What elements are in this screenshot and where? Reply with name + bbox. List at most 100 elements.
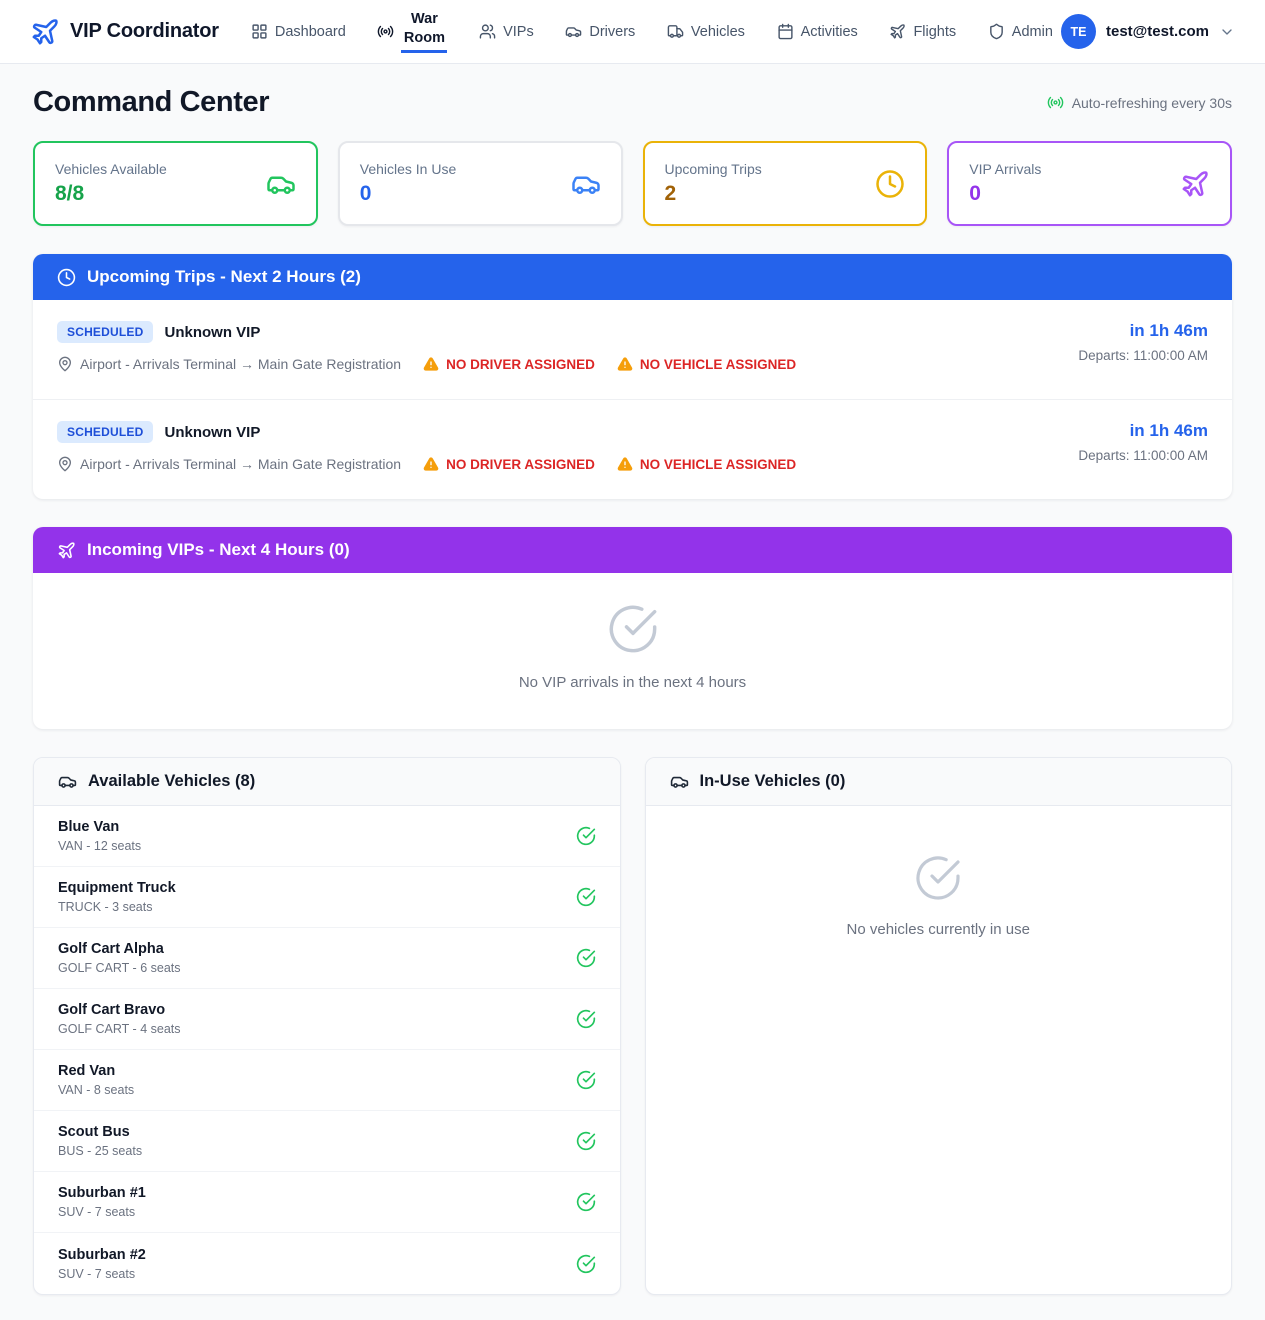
nav-item-label: VIPs xyxy=(503,24,534,40)
inuse-vehicles-header: In-Use Vehicles (0) xyxy=(646,758,1232,806)
trip-row[interactable]: SCHEDULED Unknown VIP Airport - Arrivals… xyxy=(33,300,1232,400)
nav-item-label: War Room xyxy=(401,10,447,54)
check-circle-icon xyxy=(576,948,596,968)
brand-title: VIP Coordinator xyxy=(70,20,219,43)
clock-icon xyxy=(57,268,76,287)
trip-countdown: in 1h 46m xyxy=(1078,321,1208,341)
trip-countdown: in 1h 46m xyxy=(1078,421,1208,441)
nav-item-flights[interactable]: Flights xyxy=(889,23,956,40)
vehicle-row-suburban-1[interactable]: Suburban #1 SUV - 7 seats xyxy=(34,1172,620,1233)
check-circle-icon xyxy=(576,1254,596,1274)
vehicle-name: Suburban #1 xyxy=(58,1185,146,1201)
inuse-empty-state: No vehicles currently in use xyxy=(646,806,1232,976)
trip-route: Airport - Arrivals Terminal → Main Gate … xyxy=(80,356,401,372)
nav-item-dashboard[interactable]: Dashboard xyxy=(251,23,346,40)
nav-item-label: Activities xyxy=(801,24,858,40)
main-content: Command Center Auto-refreshing every 30s… xyxy=(0,86,1265,1320)
plane-icon xyxy=(1180,169,1210,199)
user-email: test@test.com xyxy=(1106,23,1209,40)
stat-card-upcoming-trips: Upcoming Trips 2 xyxy=(643,141,928,226)
vehicle-name: Equipment Truck xyxy=(58,880,176,896)
vehicle-detail: SUV - 7 seats xyxy=(58,1267,146,1281)
check-circle-icon xyxy=(576,1070,596,1090)
warning-text: NO DRIVER ASSIGNED xyxy=(446,457,595,472)
vehicle-name: Golf Cart Bravo xyxy=(58,1002,181,1018)
check-circle-icon xyxy=(576,1131,596,1151)
vehicle-row-blue-van[interactable]: Blue Van VAN - 12 seats xyxy=(34,806,620,867)
available-vehicles-header: Available Vehicles (8) xyxy=(34,758,620,806)
available-vehicles-panel: Available Vehicles (8) Blue Van VAN - 12… xyxy=(33,757,621,1295)
vehicle-row-equipment-truck[interactable]: Equipment Truck TRUCK - 3 seats xyxy=(34,867,620,928)
vehicle-row-golf-cart-bravo[interactable]: Golf Cart Bravo GOLF CART - 4 seats xyxy=(34,989,620,1050)
upcoming-trips-title: Upcoming Trips - Next 2 Hours (2) xyxy=(87,267,361,287)
nav-menu: Dashboard War Room VIPs Drivers Vehicles… xyxy=(251,10,1053,54)
top-navigation-bar: VIP Coordinator Dashboard War Room VIPs … xyxy=(0,0,1265,64)
vehicle-row-scout-bus[interactable]: Scout Bus BUS - 25 seats xyxy=(34,1111,620,1172)
vehicle-row-golf-cart-alpha[interactable]: Golf Cart Alpha GOLF CART - 6 seats xyxy=(34,928,620,989)
nav-item-vehicles[interactable]: Vehicles xyxy=(667,23,745,40)
vehicle-row-suburban-2[interactable]: Suburban #2 SUV - 7 seats xyxy=(34,1233,620,1294)
radio-icon xyxy=(377,23,394,40)
trip-row[interactable]: SCHEDULED Unknown VIP Airport - Arrivals… xyxy=(33,400,1232,499)
incoming-vips-header: Incoming VIPs - Next 4 Hours (0) xyxy=(33,527,1232,573)
nav-item-activities[interactable]: Activities xyxy=(777,23,858,40)
car-icon xyxy=(565,23,582,40)
brand[interactable]: VIP Coordinator xyxy=(30,17,219,47)
plane-icon xyxy=(57,541,76,560)
trip-warning: NO DRIVER ASSIGNED xyxy=(423,356,595,372)
stat-value: 0 xyxy=(969,182,1041,206)
nav-item-drivers[interactable]: Drivers xyxy=(565,23,635,40)
incoming-vips-title: Incoming VIPs - Next 4 Hours (0) xyxy=(87,540,350,560)
alert-triangle-icon xyxy=(617,356,633,372)
nav-item-label: Dashboard xyxy=(275,24,346,40)
check-circle-icon xyxy=(607,603,659,655)
map-pin-icon xyxy=(57,456,73,472)
inuse-vehicles-panel: In-Use Vehicles (0) No vehicles currentl… xyxy=(645,757,1233,1295)
stat-label: VIP Arrivals xyxy=(969,161,1041,177)
vehicle-row-red-van[interactable]: Red Van VAN - 8 seats xyxy=(34,1050,620,1111)
avatar: TE xyxy=(1061,14,1096,49)
trip-vip-name: Unknown VIP xyxy=(164,424,260,441)
nav-item-vips[interactable]: VIPs xyxy=(479,23,534,40)
grid-icon xyxy=(251,23,268,40)
car-icon xyxy=(58,772,77,791)
upcoming-trips-header: Upcoming Trips - Next 2 Hours (2) xyxy=(33,254,1232,300)
vehicle-name: Blue Van xyxy=(58,819,141,835)
nav-item-label: Vehicles xyxy=(691,24,745,40)
nav-item-label: Flights xyxy=(913,24,956,40)
vehicle-detail: GOLF CART - 6 seats xyxy=(58,961,181,975)
shield-icon xyxy=(988,23,1005,40)
vehicle-detail: BUS - 25 seats xyxy=(58,1144,142,1158)
trips-list: SCHEDULED Unknown VIP Airport - Arrivals… xyxy=(33,300,1232,499)
alert-triangle-icon xyxy=(423,456,439,472)
alert-triangle-icon xyxy=(617,456,633,472)
inuse-vehicles-title: In-Use Vehicles (0) xyxy=(700,772,846,791)
warning-text: NO DRIVER ASSIGNED xyxy=(446,357,595,372)
car-icon xyxy=(571,169,601,199)
warning-text: NO VEHICLE ASSIGNED xyxy=(640,457,796,472)
stat-card-vehicles-in-use: Vehicles In Use 0 xyxy=(338,141,623,226)
stat-value: 8/8 xyxy=(55,182,167,206)
nav-item-war-room[interactable]: War Room xyxy=(377,10,447,54)
vehicle-name: Golf Cart Alpha xyxy=(58,941,181,957)
map-pin-icon xyxy=(57,356,73,372)
stat-card-vehicles-available: Vehicles Available 8/8 xyxy=(33,141,318,226)
trip-departure-time: Departs: 11:00:00 AM xyxy=(1078,348,1208,363)
vehicle-name: Red Van xyxy=(58,1063,134,1079)
stat-label: Upcoming Trips xyxy=(665,161,762,177)
stat-card-vip-arrivals: VIP Arrivals 0 xyxy=(947,141,1232,226)
broadcast-icon xyxy=(1047,94,1064,111)
chevron-down-icon xyxy=(1219,24,1235,40)
auto-refresh-label: Auto-refreshing every 30s xyxy=(1072,95,1232,111)
upcoming-trips-panel: Upcoming Trips - Next 2 Hours (2) SCHEDU… xyxy=(33,254,1232,499)
vehicle-detail: VAN - 8 seats xyxy=(58,1083,134,1097)
check-circle-icon xyxy=(914,854,962,902)
warning-text: NO VEHICLE ASSIGNED xyxy=(640,357,796,372)
vehicle-detail: VAN - 12 seats xyxy=(58,839,141,853)
vip-empty-text: No VIP arrivals in the next 4 hours xyxy=(33,674,1232,691)
trip-warning: NO DRIVER ASSIGNED xyxy=(423,456,595,472)
nav-item-admin[interactable]: Admin xyxy=(988,23,1053,40)
vehicle-detail: TRUCK - 3 seats xyxy=(58,900,176,914)
status-badge: SCHEDULED xyxy=(57,421,153,443)
user-menu[interactable]: TE test@test.com xyxy=(1061,14,1235,49)
